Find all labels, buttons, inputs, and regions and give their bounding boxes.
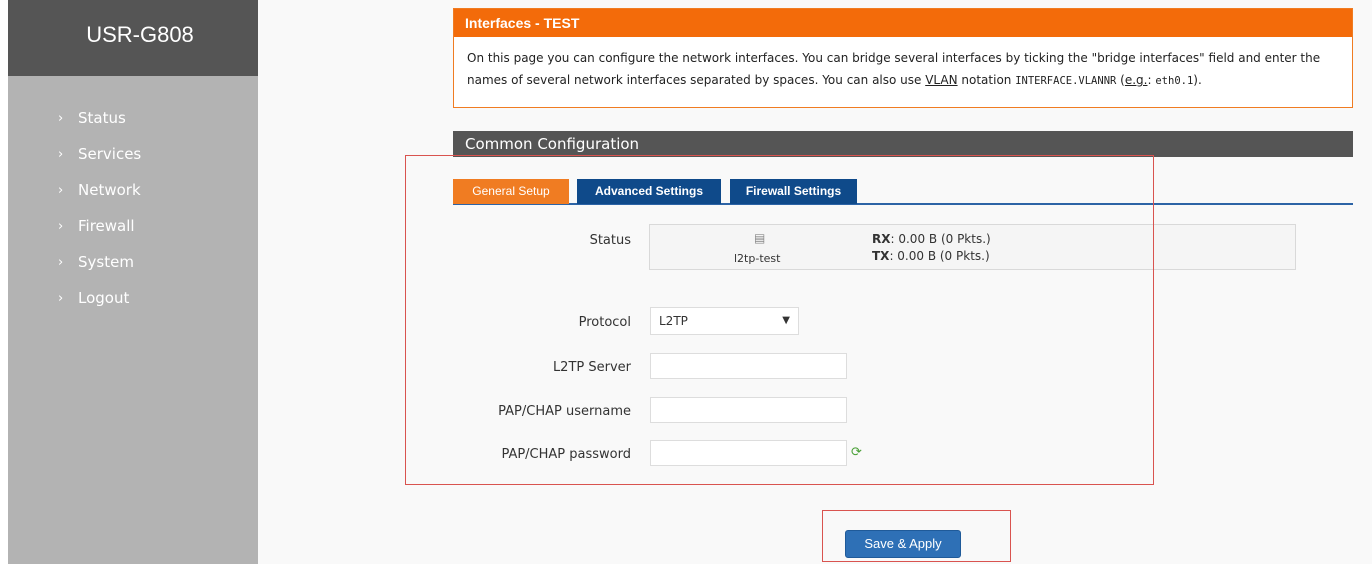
chevron-right-icon: › — [58, 182, 64, 198]
chevron-right-icon: › — [58, 254, 64, 270]
brand-title: USR-G808 — [8, 0, 258, 76]
intro-text-part: ( — [1116, 73, 1125, 87]
tab-general-setup[interactable]: General Setup — [453, 179, 569, 204]
rx-stat: RX: 0.00 B (0 Pkts.) — [872, 232, 991, 246]
chevron-right-icon: › — [58, 146, 64, 162]
sidebar-item-services[interactable]: › Services — [8, 136, 258, 172]
password-label: PAP/CHAP password — [501, 447, 631, 462]
dropdown-arrow-icon: ▼ — [782, 315, 790, 326]
sidebar-item-label: Network — [78, 181, 141, 199]
tx-stat: TX: 0.00 B (0 Pkts.) — [872, 249, 990, 263]
sidebar-item-firewall[interactable]: › Firewall — [8, 208, 258, 244]
tab-firewall-settings[interactable]: Firewall Settings — [730, 179, 857, 204]
l2tp-server-label: L2TP Server — [552, 360, 631, 375]
intro-description: On this page you can configure the netwo… — [454, 37, 1352, 92]
sidebar-item-logout[interactable]: › Logout — [8, 280, 258, 316]
rx-label: RX — [872, 232, 891, 246]
notation-code: INTERFACE.VLANNR — [1015, 75, 1117, 87]
status-label: Status — [589, 233, 631, 248]
sidebar-item-label: System — [78, 253, 134, 271]
intro-text-part: ). — [1193, 73, 1202, 87]
intro-text-part: notation — [957, 73, 1016, 87]
sidebar-item-status[interactable]: › Status — [8, 100, 258, 136]
protocol-label: Protocol — [578, 315, 631, 330]
rx-value: : 0.00 B (0 Pkts.) — [890, 232, 991, 246]
tab-bar: General Setup Advanced Settings Firewall… — [453, 179, 1353, 205]
chevron-right-icon: › — [58, 290, 64, 306]
tx-label: TX — [872, 249, 890, 263]
tx-value: : 0.00 B (0 Pkts.) — [889, 249, 990, 263]
eg-abbr: e.g. — [1124, 73, 1148, 87]
l2tp-server-input[interactable] — [650, 353, 847, 379]
intro-panel: Interfaces - TEST On this page you can c… — [453, 8, 1353, 108]
chevron-right-icon: › — [58, 218, 64, 234]
tab-advanced-settings[interactable]: Advanced Settings — [577, 179, 721, 204]
chevron-right-icon: › — [58, 110, 64, 126]
protocol-select[interactable]: L2TP ▼ — [650, 307, 799, 335]
username-input[interactable] — [650, 397, 847, 423]
page-title: Interfaces - TEST — [454, 9, 1352, 37]
sidebar-item-label: Services — [78, 145, 142, 163]
network-interface-icon: ▤ — [754, 231, 766, 245]
password-input[interactable] — [650, 440, 847, 466]
example-code: eth0.1 — [1155, 75, 1194, 87]
sidebar-nav: › Status › Services › Network › Firewall… — [8, 76, 258, 316]
sidebar-item-label: Logout — [78, 289, 130, 307]
sidebar-item-label: Status — [78, 109, 126, 127]
section-title: Common Configuration — [453, 131, 1353, 157]
vlan-link[interactable]: VLAN — [925, 73, 957, 87]
sidebar-item-label: Firewall — [78, 217, 135, 235]
interface-status-box: ▤ l2tp-test RX: 0.00 B (0 Pkts.) TX: 0.0… — [649, 224, 1296, 270]
sidebar-item-system[interactable]: › System — [8, 244, 258, 280]
interface-name: l2tp-test — [734, 252, 781, 265]
protocol-selected-value: L2TP — [659, 314, 688, 328]
username-label: PAP/CHAP username — [498, 404, 631, 419]
sidebar: USR-G808 › Status › Services › Network ›… — [8, 0, 258, 564]
reveal-password-icon[interactable]: ⟳ — [851, 445, 862, 460]
sidebar-item-network[interactable]: › Network — [8, 172, 258, 208]
save-apply-button[interactable]: Save & Apply — [845, 530, 961, 558]
main-content: Interfaces - TEST On this page you can c… — [258, 0, 1372, 564]
